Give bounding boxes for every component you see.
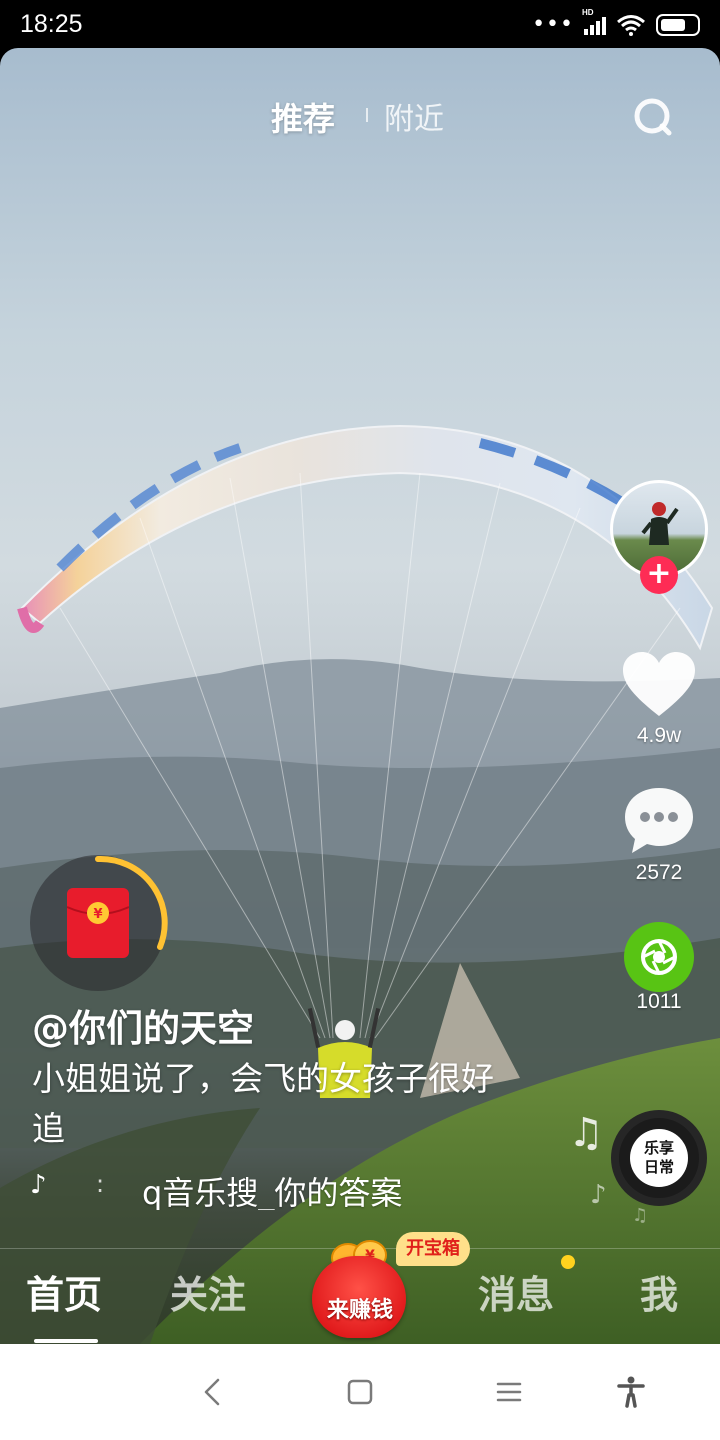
tab-recommend[interactable]: 推荐 bbox=[271, 94, 335, 140]
music-note-icon: ♪ bbox=[30, 1170, 47, 1200]
earn-money-button[interactable]: ¥ 来赚钱 bbox=[310, 1236, 410, 1342]
system-nav-bar bbox=[0, 1344, 720, 1440]
comment-icon[interactable] bbox=[622, 785, 696, 857]
like-action[interactable]: 4.9w bbox=[609, 650, 709, 748]
share-shutter-icon bbox=[641, 939, 677, 975]
status-time: 18:25 bbox=[20, 10, 83, 38]
signal-icon: HD bbox=[582, 8, 606, 35]
video-description: 小姐姐说了，会飞的女孩子很好追 bbox=[32, 1059, 494, 1148]
music-row[interactable]: ♪ : q音乐搜_你的答案 bbox=[30, 1166, 410, 1210]
home-underline bbox=[34, 1339, 98, 1343]
accessibility-icon[interactable] bbox=[613, 1374, 649, 1410]
music-disc[interactable]: 乐享 日常 bbox=[611, 1110, 707, 1206]
comment-count: 2572 bbox=[635, 861, 683, 884]
home-square-icon[interactable] bbox=[342, 1374, 378, 1410]
floating-note-icon: ♫ bbox=[568, 1110, 604, 1156]
earn-label: 来赚钱 bbox=[326, 1298, 393, 1323]
music-title: q音乐搜_你的答案 bbox=[142, 1174, 403, 1210]
floating-note-icon: ♫ bbox=[632, 1205, 649, 1226]
treasure-chest-badge[interactable]: 开宝箱 bbox=[396, 1232, 470, 1266]
share-icon[interactable] bbox=[624, 922, 694, 992]
top-tabs: 推荐 附近 bbox=[0, 94, 720, 140]
back-icon[interactable] bbox=[196, 1374, 232, 1410]
tab-nearby[interactable]: 附近 bbox=[384, 94, 444, 138]
svg-text:¥: ¥ bbox=[93, 907, 102, 922]
author-name[interactable]: @你们的天空 bbox=[32, 998, 254, 1052]
nav-me[interactable]: 我 bbox=[640, 1264, 678, 1319]
comment-action[interactable]: 2572 bbox=[609, 785, 709, 885]
more-dots-icon: ••• bbox=[532, 12, 574, 37]
status-icons: ••• HD bbox=[532, 8, 700, 38]
status-bar: 18:25 ••• HD bbox=[0, 0, 720, 48]
music-separator: : bbox=[96, 1170, 105, 1198]
author-avatar-group[interactable]: + bbox=[610, 480, 708, 594]
floating-note-icon: ♪ bbox=[590, 1180, 607, 1210]
red-packet-icon: ¥ bbox=[66, 888, 130, 958]
like-count: 4.9w bbox=[636, 724, 682, 747]
nav-follow[interactable]: 关注 bbox=[170, 1264, 246, 1319]
disc-label-line2: 日常 bbox=[643, 1158, 674, 1176]
share-count: 1011 bbox=[636, 990, 682, 1013]
search-icon[interactable] bbox=[628, 92, 678, 142]
follow-plus-button[interactable]: + bbox=[640, 556, 678, 594]
music-disc-label: 乐享 日常 bbox=[630, 1129, 688, 1187]
message-badge bbox=[561, 1255, 575, 1269]
hd-label: HD bbox=[582, 8, 594, 17]
tab-divider bbox=[366, 108, 368, 122]
red-packet-widget[interactable]: ¥ bbox=[30, 855, 170, 995]
wifi-icon bbox=[617, 15, 645, 36]
recents-menu-icon[interactable] bbox=[491, 1374, 527, 1410]
share-action[interactable]: 1011 bbox=[609, 922, 709, 1014]
battery-icon bbox=[656, 14, 700, 36]
nav-message[interactable]: 消息 bbox=[478, 1264, 554, 1319]
nav-home[interactable]: 首页 bbox=[26, 1264, 102, 1319]
disc-label-line1: 乐享 bbox=[643, 1139, 674, 1157]
heart-icon[interactable] bbox=[621, 650, 697, 720]
